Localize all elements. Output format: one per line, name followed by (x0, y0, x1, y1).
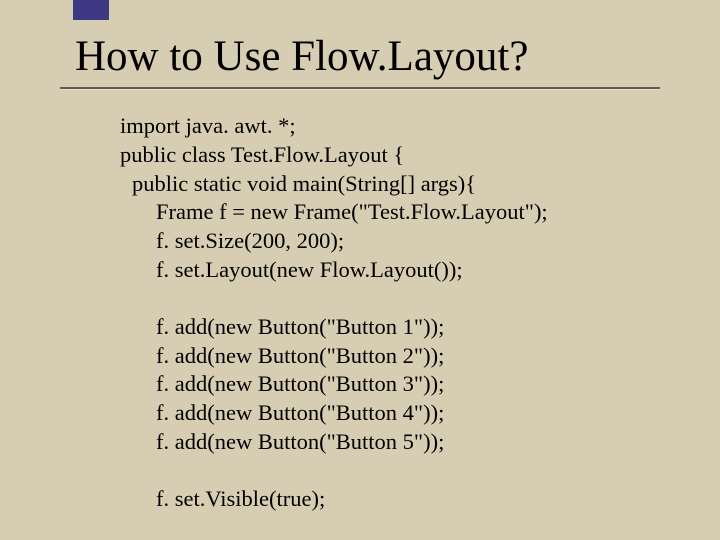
code-line: f. add(new Button("Button 1")); (120, 313, 660, 342)
code-line: f. set.Visible(true); (120, 485, 660, 514)
code-line: Frame f = new Frame("Test.Flow.Layout"); (120, 198, 660, 227)
title-underline (60, 87, 660, 90)
code-block: import java. awt. *; public class Test.F… (120, 112, 660, 514)
code-line: f. set.Size(200, 200); (120, 227, 660, 256)
code-line: f. add(new Button("Button 5")); (120, 428, 660, 457)
code-line: public class Test.Flow.Layout { (120, 141, 660, 170)
blank-line (120, 285, 660, 313)
code-line: public static void main(String[] args){ (120, 170, 660, 199)
code-line: import java. awt. *; (120, 112, 660, 141)
code-line: f. add(new Button("Button 2")); (120, 342, 660, 371)
slide-container: How to Use Flow.Layout? import java. awt… (0, 0, 720, 514)
code-line: f. add(new Button("Button 3")); (120, 370, 660, 399)
page-title: How to Use Flow.Layout? (75, 32, 660, 81)
blank-line (120, 457, 660, 485)
code-line: f. set.Layout(new Flow.Layout()); (120, 256, 660, 285)
top-accent-bar (73, 0, 109, 20)
code-line: f. add(new Button("Button 4")); (120, 399, 660, 428)
